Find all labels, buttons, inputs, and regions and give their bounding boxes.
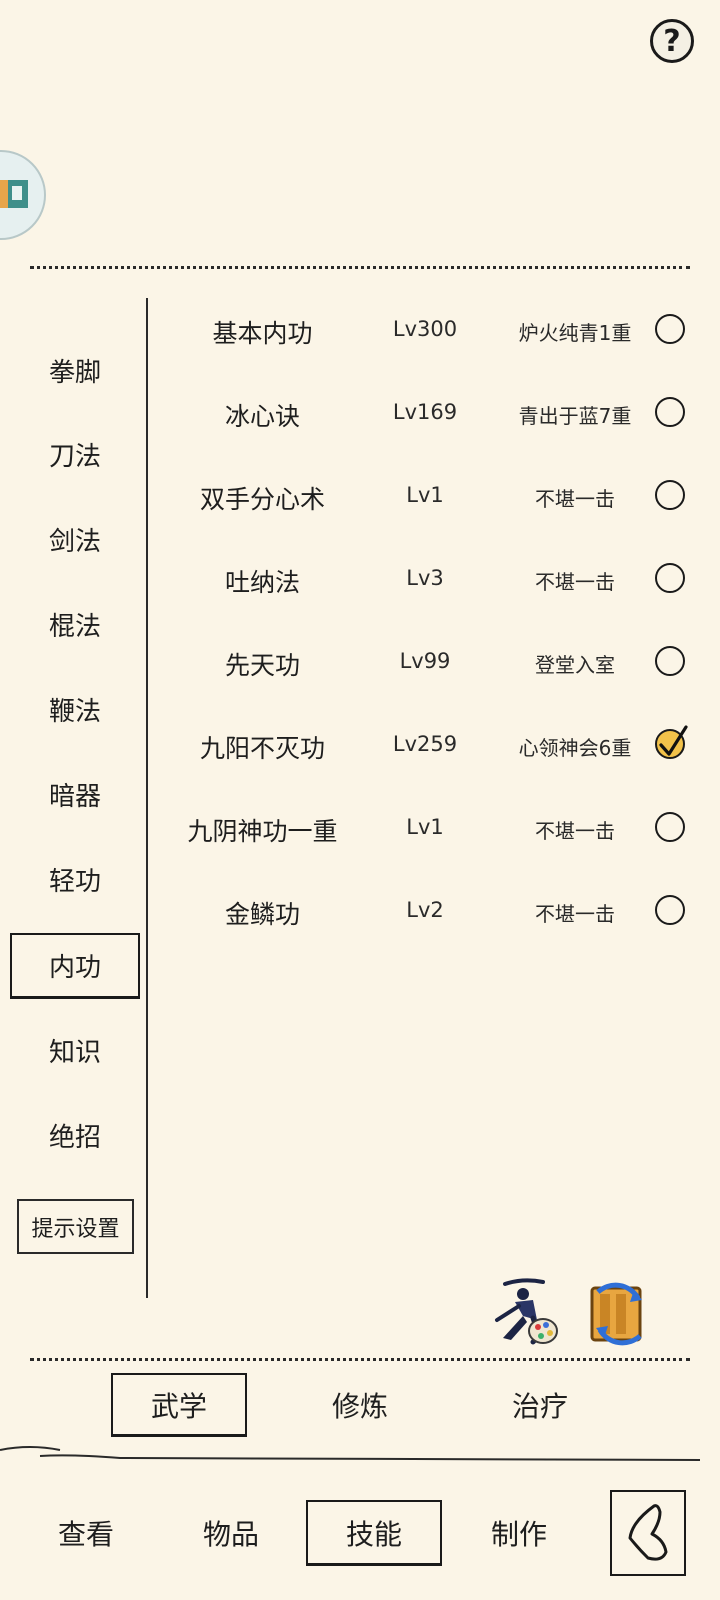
- nav-label: 物品: [202, 1518, 259, 1551]
- skill-checkbox[interactable]: [655, 646, 685, 676]
- tab-wuxue[interactable]: 武学: [111, 1373, 247, 1437]
- skill-name: 九阳不灭功: [199, 734, 325, 763]
- scroll-swap-button[interactable]: [584, 1280, 654, 1354]
- question-icon: ?: [663, 23, 681, 59]
- nav-label: 制作: [490, 1518, 547, 1551]
- tab-zhiliao[interactable]: 治疗: [472, 1373, 608, 1437]
- tab-label: 武学: [150, 1389, 207, 1423]
- skill-checkbox[interactable]: [655, 895, 685, 925]
- category-zhishi[interactable]: 知识: [10, 1020, 140, 1080]
- skill-rank: 不堪一击: [535, 570, 615, 594]
- tip-settings-label: 提示设置: [31, 1216, 120, 1242]
- skill-row[interactable]: 双手分心术 Lv1 不堪一击: [160, 466, 700, 526]
- tab-label: 修炼: [331, 1390, 388, 1423]
- category-label: 刀法: [48, 441, 101, 472]
- skill-name: 基本内功: [212, 319, 313, 348]
- swordsman-palette-icon: [495, 1278, 558, 1345]
- side-avatar[interactable]: [0, 150, 46, 240]
- skill-name: 冰心诀: [224, 402, 300, 431]
- category-label: 鞭法: [48, 696, 101, 727]
- column-divider: [146, 298, 148, 1298]
- skill-name: 吐纳法: [224, 568, 300, 597]
- nav-zhizuo[interactable]: 制作: [451, 1500, 587, 1566]
- skill-checkbox[interactable]: [655, 314, 685, 344]
- category-qinggong[interactable]: 轻功: [10, 849, 140, 909]
- category-label: 绝招: [48, 1122, 101, 1153]
- skill-row[interactable]: 先天功 Lv99 登堂入室: [160, 632, 700, 692]
- skill-level: Lv2: [406, 898, 444, 922]
- skill-row[interactable]: 九阳不灭功 Lv259 心领神会6重: [160, 715, 700, 775]
- back-button[interactable]: [610, 1490, 686, 1576]
- skill-name: 九阴神功一重: [187, 817, 338, 846]
- top-divider: [30, 266, 690, 269]
- skill-level: Lv1: [406, 483, 444, 507]
- checkmark-icon: [659, 725, 688, 756]
- skill-checkbox[interactable]: [655, 725, 688, 759]
- category-jianfa[interactable]: 剑法: [10, 509, 140, 569]
- nav-label: 技能: [345, 1517, 402, 1551]
- skill-row[interactable]: 九阴神功一重 Lv1 不堪一击: [160, 798, 700, 858]
- nav-chakan[interactable]: 查看: [18, 1500, 154, 1566]
- skill-checkbox[interactable]: [655, 480, 685, 510]
- category-label: 棍法: [48, 611, 101, 642]
- skill-checkbox[interactable]: [655, 563, 685, 593]
- tab-label: 治疗: [511, 1390, 568, 1423]
- app-badge-icon: [0, 180, 28, 208]
- skill-rank: 登堂入室: [535, 653, 615, 677]
- nav-label: 查看: [57, 1518, 114, 1551]
- skill-checkbox[interactable]: [655, 812, 685, 842]
- skill-name: 先天功: [224, 651, 300, 680]
- category-anqi[interactable]: 暗器: [10, 764, 140, 824]
- category-daofa[interactable]: 刀法: [10, 424, 140, 484]
- swordsman-palette-button[interactable]: [493, 1276, 563, 1350]
- nav-jineng[interactable]: 技能: [306, 1500, 442, 1566]
- skill-name: 双手分心术: [199, 485, 325, 514]
- skill-checkbox[interactable]: [655, 397, 685, 427]
- skill-rank: 青出于蓝7重: [518, 404, 632, 428]
- scroll-swap-icon: [590, 1282, 642, 1346]
- category-bianfa[interactable]: 鞭法: [10, 679, 140, 739]
- skill-level: Lv3: [406, 566, 444, 590]
- category-label: 剑法: [48, 526, 101, 557]
- skill-level: Lv99: [399, 649, 451, 673]
- category-gunfa[interactable]: 棍法: [10, 594, 140, 654]
- skill-name: 金鳞功: [224, 900, 300, 929]
- brush-divider: [0, 1446, 701, 1461]
- category-label: 暗器: [48, 781, 101, 812]
- category-label: 内功: [48, 953, 101, 983]
- skill-rank: 不堪一击: [535, 487, 615, 511]
- skill-rank: 心领神会6重: [518, 736, 632, 760]
- skill-rank: 不堪一击: [535, 819, 615, 843]
- skill-row[interactable]: 基本内功 Lv300 炉火纯青1重: [160, 300, 700, 360]
- skill-level: Lv300: [392, 317, 458, 341]
- category-label: 轻功: [48, 866, 101, 897]
- back-arrow-icon: [628, 1504, 668, 1561]
- category-juezhao[interactable]: 绝招: [10, 1105, 140, 1165]
- tab-xiulian[interactable]: 修炼: [292, 1373, 428, 1437]
- nav-wupin[interactable]: 物品: [163, 1500, 299, 1566]
- skill-level: Lv169: [392, 400, 458, 424]
- skill-row[interactable]: 冰心诀 Lv169 青出于蓝7重: [160, 383, 700, 443]
- skill-level: Lv259: [392, 732, 458, 756]
- help-button[interactable]: ?: [650, 19, 694, 63]
- skill-rank: 不堪一击: [535, 902, 615, 926]
- skill-row[interactable]: 吐纳法 Lv3 不堪一击: [160, 549, 700, 609]
- skill-level: Lv1: [406, 815, 444, 839]
- category-label: 知识: [48, 1037, 101, 1068]
- category-neigong[interactable]: 内功: [10, 933, 140, 999]
- tip-settings-button[interactable]: 提示设置: [17, 1199, 134, 1254]
- category-quanjiao[interactable]: 拳脚: [10, 340, 140, 400]
- bottom-divider: [30, 1358, 690, 1361]
- category-label: 拳脚: [48, 357, 101, 388]
- skill-row[interactable]: 金鳞功 Lv2 不堪一击: [160, 881, 700, 941]
- skill-rank: 炉火纯青1重: [518, 321, 632, 345]
